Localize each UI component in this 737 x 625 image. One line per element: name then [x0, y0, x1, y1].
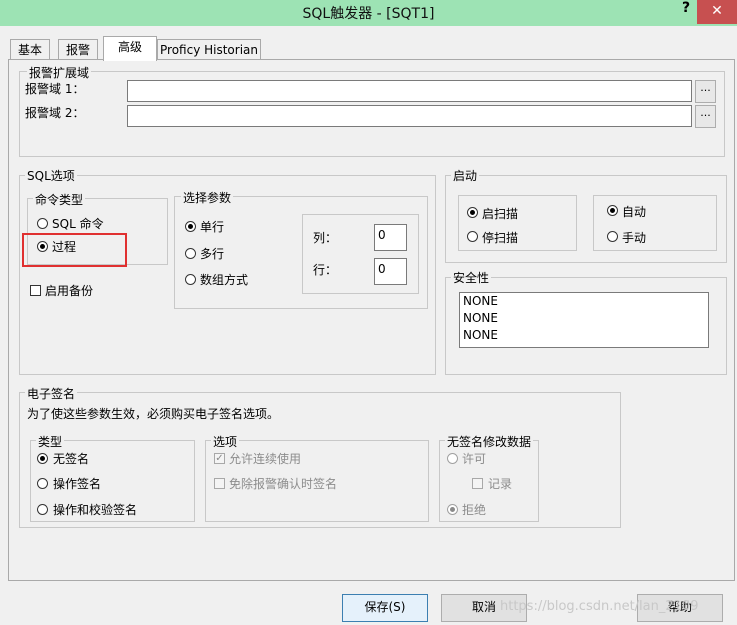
watermark-text: https://blog.csdn.net/lan_2109 [500, 599, 699, 614]
allow-radio[interactable] [447, 453, 458, 464]
security-list[interactable]: NONE NONE NONE [459, 292, 709, 348]
auto-radio[interactable] [607, 205, 618, 216]
allow-label: 许可 [462, 452, 487, 466]
list-item[interactable]: NONE [460, 327, 708, 344]
row-input[interactable]: 0 [374, 258, 407, 285]
array-mode-radio[interactable] [185, 274, 196, 285]
tab-basic[interactable]: 基本 [10, 39, 50, 60]
no-signature-radio[interactable] [37, 453, 48, 464]
list-item[interactable]: NONE [460, 310, 708, 327]
sql-command-radio[interactable] [37, 218, 48, 229]
reject-radio[interactable] [447, 504, 458, 515]
manual-radio[interactable] [607, 231, 618, 242]
perform-signature-label: 操作签名 [53, 477, 102, 491]
log-label: 记录 [488, 477, 513, 491]
multi-row-label: 多行 [200, 247, 225, 261]
list-item[interactable]: NONE [460, 293, 708, 310]
reject-label: 拒绝 [462, 503, 487, 517]
manual-label: 手动 [622, 231, 647, 245]
alarm-field2-label: 报警域 2： [25, 106, 85, 120]
cmd-type-label: 命令类型 [33, 191, 86, 208]
esig-notice: 为了使这些参数生效，必须购买电子签名选项。 [27, 407, 280, 421]
enable-backup-label: 启用备份 [45, 284, 94, 298]
select-params-label: 选择参数 [181, 189, 234, 206]
single-row-radio[interactable] [185, 221, 196, 232]
security-label: 安全性 [451, 269, 492, 286]
exempt-ack-checkbox[interactable] [214, 478, 225, 489]
sig-type-label: 类型 [36, 433, 65, 450]
alarm-field2-browse-button[interactable]: ... [695, 105, 716, 128]
enable-backup-checkbox[interactable] [30, 285, 41, 296]
startup-label: 启动 [451, 167, 480, 184]
sql-command-label: SQL 命令 [52, 217, 104, 231]
allow-continuous-label: 允许连续使用 [229, 452, 302, 466]
single-row-label: 单行 [200, 220, 225, 234]
tab-proficy-historian[interactable]: Proficy Historian [157, 39, 261, 60]
scan-off-label: 停扫描 [482, 231, 519, 245]
mode-group [593, 195, 717, 251]
unsigned-label: 无签名修改数据 [445, 433, 534, 450]
alarm-field1-browse-button[interactable]: ... [695, 80, 716, 103]
array-mode-label: 数组方式 [200, 273, 249, 287]
scan-on-radio[interactable] [467, 207, 478, 218]
alarm-ext-label: 报警扩展域 [27, 64, 92, 81]
close-button[interactable]: ✕ [697, 0, 737, 24]
alarm-field1-label: 报警域 1： [25, 82, 85, 96]
help-title-button[interactable]: ? [676, 0, 696, 22]
scan-off-radio[interactable] [467, 231, 478, 242]
esig-label: 电子签名 [25, 385, 78, 402]
tab-advanced[interactable]: 高级 [103, 36, 157, 61]
row-label: 行： [313, 263, 338, 277]
sig-options-label: 选项 [211, 433, 240, 450]
alarm-field2-input[interactable] [127, 105, 692, 127]
scan-on-label: 启扫描 [482, 207, 519, 221]
auto-label: 自动 [622, 205, 647, 219]
tab-alarm[interactable]: 报警 [58, 39, 98, 60]
alarm-field1-input[interactable] [127, 80, 692, 102]
allow-continuous-checkbox[interactable]: ✓ [214, 453, 225, 464]
window-title: SQL触发器 - [SQT1] [302, 6, 435, 22]
log-checkbox[interactable] [472, 478, 483, 489]
multi-row-radio[interactable] [185, 248, 196, 259]
perform-verify-signature-radio[interactable] [37, 504, 48, 515]
exempt-ack-label: 免除报警确认时签名 [229, 477, 338, 491]
col-label: 列： [313, 231, 338, 245]
save-button[interactable]: 保存(S) [342, 594, 428, 622]
highlight-annotation [22, 233, 127, 267]
perform-signature-radio[interactable] [37, 478, 48, 489]
col-input[interactable]: 0 [374, 224, 407, 251]
perform-verify-signature-label: 操作和校验签名 [53, 503, 138, 517]
no-signature-label: 无签名 [53, 452, 90, 466]
sql-options-label: SQL选项 [25, 167, 77, 184]
